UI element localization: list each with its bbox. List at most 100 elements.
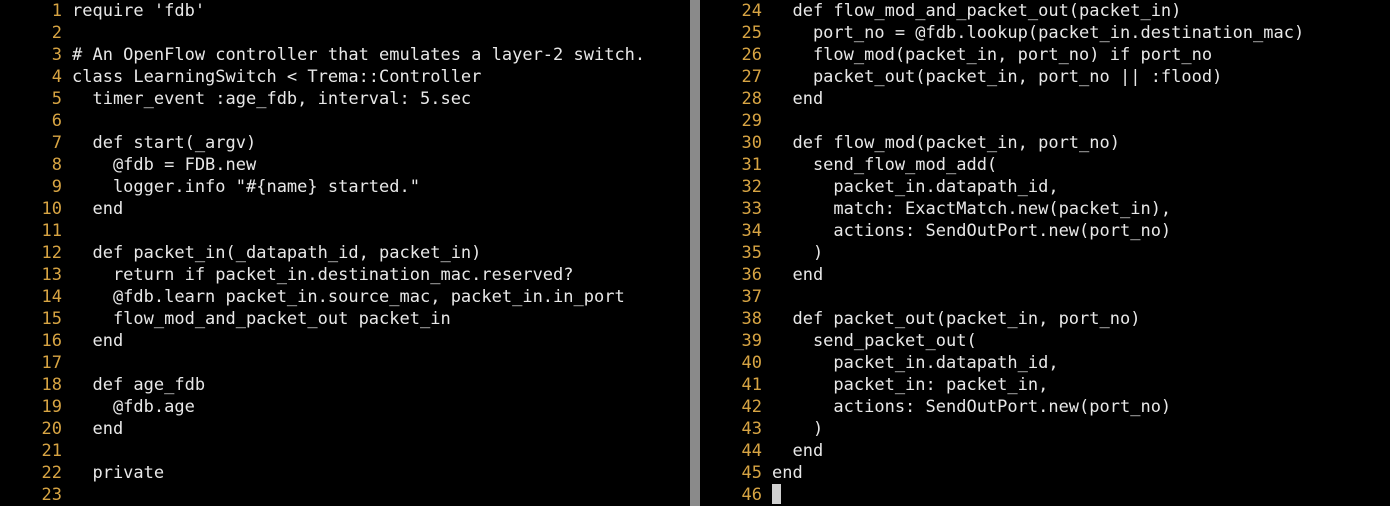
editor-pane-right[interactable]: 24 def flow_mod_and_packet_out(packet_in… xyxy=(700,0,1390,506)
code-line[interactable]: 24 def flow_mod_and_packet_out(packet_in… xyxy=(700,0,1182,22)
code-line[interactable]: 14 @fdb.learn packet_in.source_mac, pack… xyxy=(0,286,625,308)
code-line[interactable]: 40 packet_in.datapath_id, xyxy=(700,352,1059,374)
line-number: 36 xyxy=(741,265,762,285)
editor-pane-left[interactable]: 1 require 'fdb' 2 3 # An OpenFlow controll… xyxy=(0,0,690,506)
code-line[interactable]: 21 xyxy=(0,440,72,462)
line-number: 35 xyxy=(741,243,762,263)
line-number: 29 xyxy=(741,111,762,131)
code-line[interactable]: 5 timer_event :age_fdb, interval: 5.sec xyxy=(0,88,471,110)
code-line[interactable]: 28 end xyxy=(700,88,824,110)
code-line[interactable]: 19 @fdb.age xyxy=(0,396,195,418)
code-line[interactable]: 3 # An OpenFlow controller that emulates … xyxy=(0,44,645,66)
code-text: logger.info "#{name} started." xyxy=(72,177,420,197)
line-number: 41 xyxy=(741,375,762,395)
code-line[interactable]: 22 private xyxy=(0,462,165,484)
code-text: def age_fdb xyxy=(72,375,206,395)
code-line[interactable]: 6 xyxy=(0,110,72,132)
code-line[interactable]: 32 packet_in.datapath_id, xyxy=(700,176,1059,198)
line-number: 7 xyxy=(51,133,62,153)
code-text: timer_event :age_fdb, interval: 5.sec xyxy=(72,89,472,109)
line-number: 9 xyxy=(51,177,62,197)
code-text: ) xyxy=(772,419,824,439)
line-number: 33 xyxy=(741,199,762,219)
code-text: def start(_argv) xyxy=(72,133,257,153)
code-text: actions: SendOutPort.new(port_no) xyxy=(772,221,1172,241)
code-line[interactable]: 15 flow_mod_and_packet_out packet_in xyxy=(0,308,451,330)
code-line[interactable]: 23 xyxy=(0,484,72,506)
code-line[interactable]: 9 logger.info "#{name} started." xyxy=(0,176,420,198)
code-text: flow_mod_and_packet_out packet_in xyxy=(72,309,451,329)
code-line[interactable]: 25 port_no = @fdb.lookup(packet_in.desti… xyxy=(700,22,1305,44)
code-line[interactable]: 26 flow_mod(packet_in, port_no) if port_… xyxy=(700,44,1213,66)
code-text: return if packet_in.destination_mac.rese… xyxy=(72,265,574,285)
code-line[interactable]: 18 def age_fdb xyxy=(0,374,206,396)
line-number: 3 xyxy=(51,45,62,65)
code-line[interactable]: 29 xyxy=(700,110,772,132)
code-text: send_flow_mod_add( xyxy=(772,155,998,175)
code-line[interactable]: 4 class LearningSwitch < Trema::Controlle… xyxy=(0,66,482,88)
pane-divider[interactable] xyxy=(690,0,700,506)
code-line[interactable]: 12 def packet_in(_datapath_id, packet_in… xyxy=(0,242,482,264)
code-text: def packet_in(_datapath_id, packet_in) xyxy=(72,243,482,263)
line-number: 5 xyxy=(51,89,62,109)
code-line[interactable]: 27 packet_out(packet_in, port_no || :flo… xyxy=(700,66,1223,88)
code-line[interactable]: 20 end xyxy=(0,418,124,440)
code-line[interactable]: 42 actions: SendOutPort.new(port_no) xyxy=(700,396,1172,418)
code-text: @fdb = FDB.new xyxy=(72,155,257,175)
line-number: 42 xyxy=(741,397,762,417)
line-number: 2 xyxy=(51,23,62,43)
code-text: end xyxy=(72,419,124,439)
code-line[interactable]: 35 ) xyxy=(700,242,824,264)
code-line[interactable]: 11 xyxy=(0,220,72,242)
line-number: 8 xyxy=(51,155,62,175)
code-line[interactable]: 46 xyxy=(700,484,772,506)
line-number: 16 xyxy=(41,331,62,351)
line-number: 23 xyxy=(41,485,62,505)
code-line[interactable]: 10 end xyxy=(0,198,124,220)
code-line[interactable]: 34 actions: SendOutPort.new(port_no) xyxy=(700,220,1172,242)
code-text: packet_in: packet_in, xyxy=(772,375,1049,395)
code-text: # An OpenFlow controller that emulates a… xyxy=(72,45,646,65)
code-line[interactable]: 1 require 'fdb' xyxy=(0,0,205,22)
code-text: actions: SendOutPort.new(port_no) xyxy=(772,397,1172,417)
code-line[interactable]: 8 @fdb = FDB.new xyxy=(0,154,256,176)
code-text: port_no = @fdb.lookup(packet_in.destinat… xyxy=(772,23,1305,43)
line-number: 38 xyxy=(741,309,762,329)
code-line[interactable]: 33 match: ExactMatch.new(packet_in), xyxy=(700,198,1172,220)
code-line[interactable]: 45 end xyxy=(700,462,803,484)
code-line[interactable]: 30 def flow_mod(packet_in, port_no) xyxy=(700,132,1120,154)
code-line[interactable]: 36 end xyxy=(700,264,824,286)
line-number: 15 xyxy=(41,309,62,329)
code-line[interactable]: 2 xyxy=(0,22,72,44)
line-number: 46 xyxy=(741,485,762,505)
line-number: 40 xyxy=(741,353,762,373)
line-number: 21 xyxy=(41,441,62,461)
line-number: 34 xyxy=(741,221,762,241)
code-line[interactable]: 13 return if packet_in.destination_mac.r… xyxy=(0,264,574,286)
code-line[interactable]: 38 def packet_out(packet_in, port_no) xyxy=(700,308,1141,330)
code-line[interactable]: 41 packet_in: packet_in, xyxy=(700,374,1049,396)
text-cursor xyxy=(772,484,781,504)
code-text: @fdb.age xyxy=(72,397,195,417)
code-line[interactable]: 43 ) xyxy=(700,418,824,440)
line-number: 31 xyxy=(741,155,762,175)
code-text: end xyxy=(772,441,824,461)
line-number: 26 xyxy=(741,45,762,65)
line-number: 20 xyxy=(41,419,62,439)
code-line[interactable]: 7 def start(_argv) xyxy=(0,132,256,154)
line-number: 32 xyxy=(741,177,762,197)
code-line[interactable]: 16 end xyxy=(0,330,124,352)
code-text: def flow_mod(packet_in, port_no) xyxy=(772,133,1120,153)
line-number: 11 xyxy=(41,221,62,241)
line-number: 43 xyxy=(741,419,762,439)
code-line[interactable]: 31 send_flow_mod_add( xyxy=(700,154,998,176)
line-number: 27 xyxy=(741,67,762,87)
line-number: 30 xyxy=(741,133,762,153)
code-line[interactable]: 17 xyxy=(0,352,72,374)
code-line[interactable]: 37 xyxy=(700,286,772,308)
line-number: 18 xyxy=(41,375,62,395)
code-line[interactable]: 39 send_packet_out( xyxy=(700,330,977,352)
code-line[interactable]: 44 end xyxy=(700,440,824,462)
line-number: 17 xyxy=(41,353,62,373)
code-text: ) xyxy=(772,243,824,263)
